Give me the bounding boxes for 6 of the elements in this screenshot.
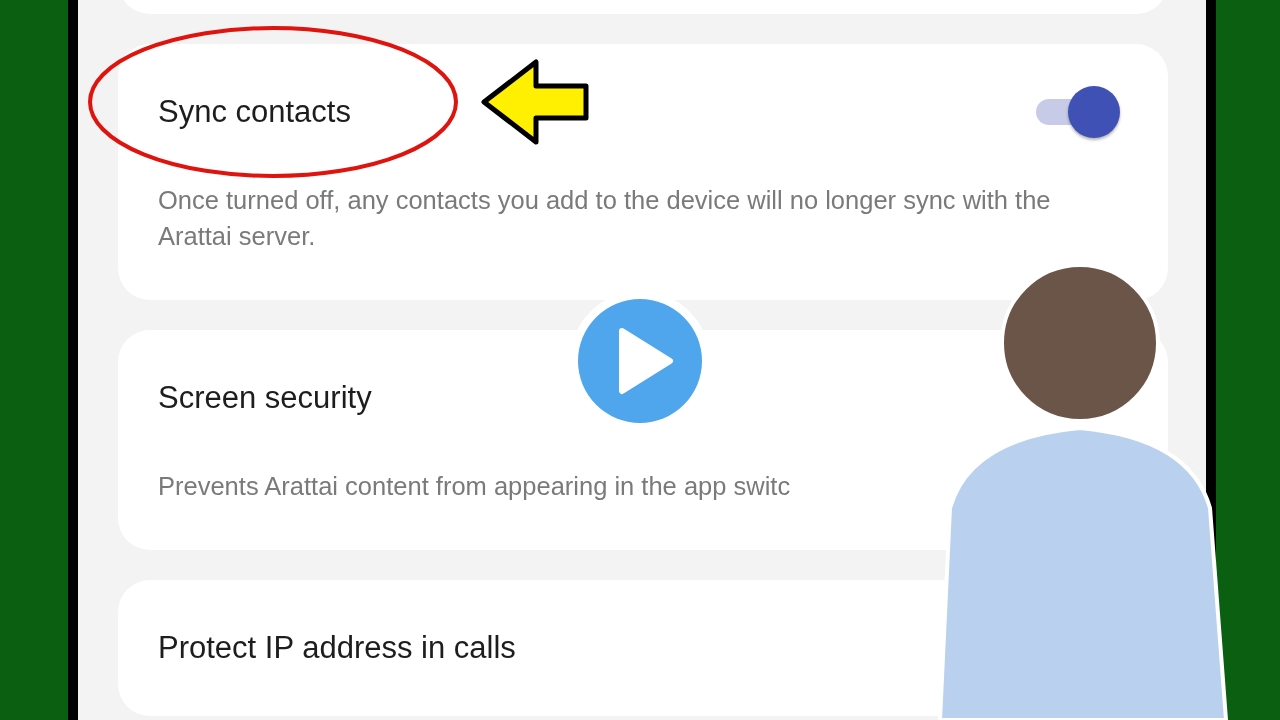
- setting-title: Sync contacts: [158, 94, 351, 130]
- setting-description: Prevents Arattai content from appearing in the app switc: [158, 471, 792, 502]
- toggle-switch[interactable]: [1036, 86, 1120, 138]
- setting-title: Protect IP address in calls: [158, 630, 516, 666]
- setting-title: Screen security: [158, 380, 372, 416]
- setting-description: Once turned off, any contacts you add to the device will no longer sync with the Arattai server.: [158, 185, 1052, 252]
